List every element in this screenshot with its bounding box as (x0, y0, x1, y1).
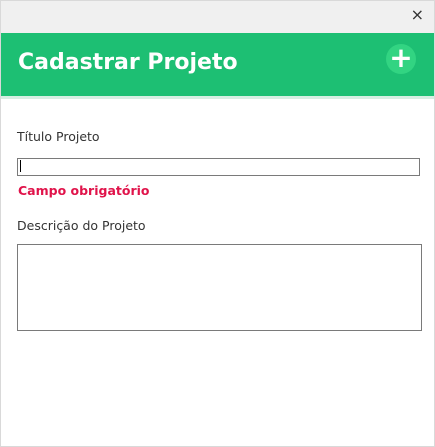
description-field-label: Descrição do Projeto (17, 218, 146, 233)
dialog-window: × Cadastrar Projeto + Título Projeto Cam… (0, 0, 435, 447)
add-button[interactable]: + (386, 44, 416, 74)
text-caret (20, 160, 21, 172)
dialog-header: Cadastrar Projeto + (1, 33, 434, 96)
header-divider (1, 96, 434, 99)
description-textarea[interactable] (17, 244, 422, 331)
page-title: Cadastrar Projeto (18, 50, 238, 75)
title-error-message: Campo obrigatório (18, 183, 150, 198)
title-field-label: Título Projeto (17, 129, 100, 144)
close-button[interactable]: × (411, 7, 424, 23)
title-input[interactable] (17, 158, 420, 176)
window-titlebar: × (1, 1, 434, 33)
